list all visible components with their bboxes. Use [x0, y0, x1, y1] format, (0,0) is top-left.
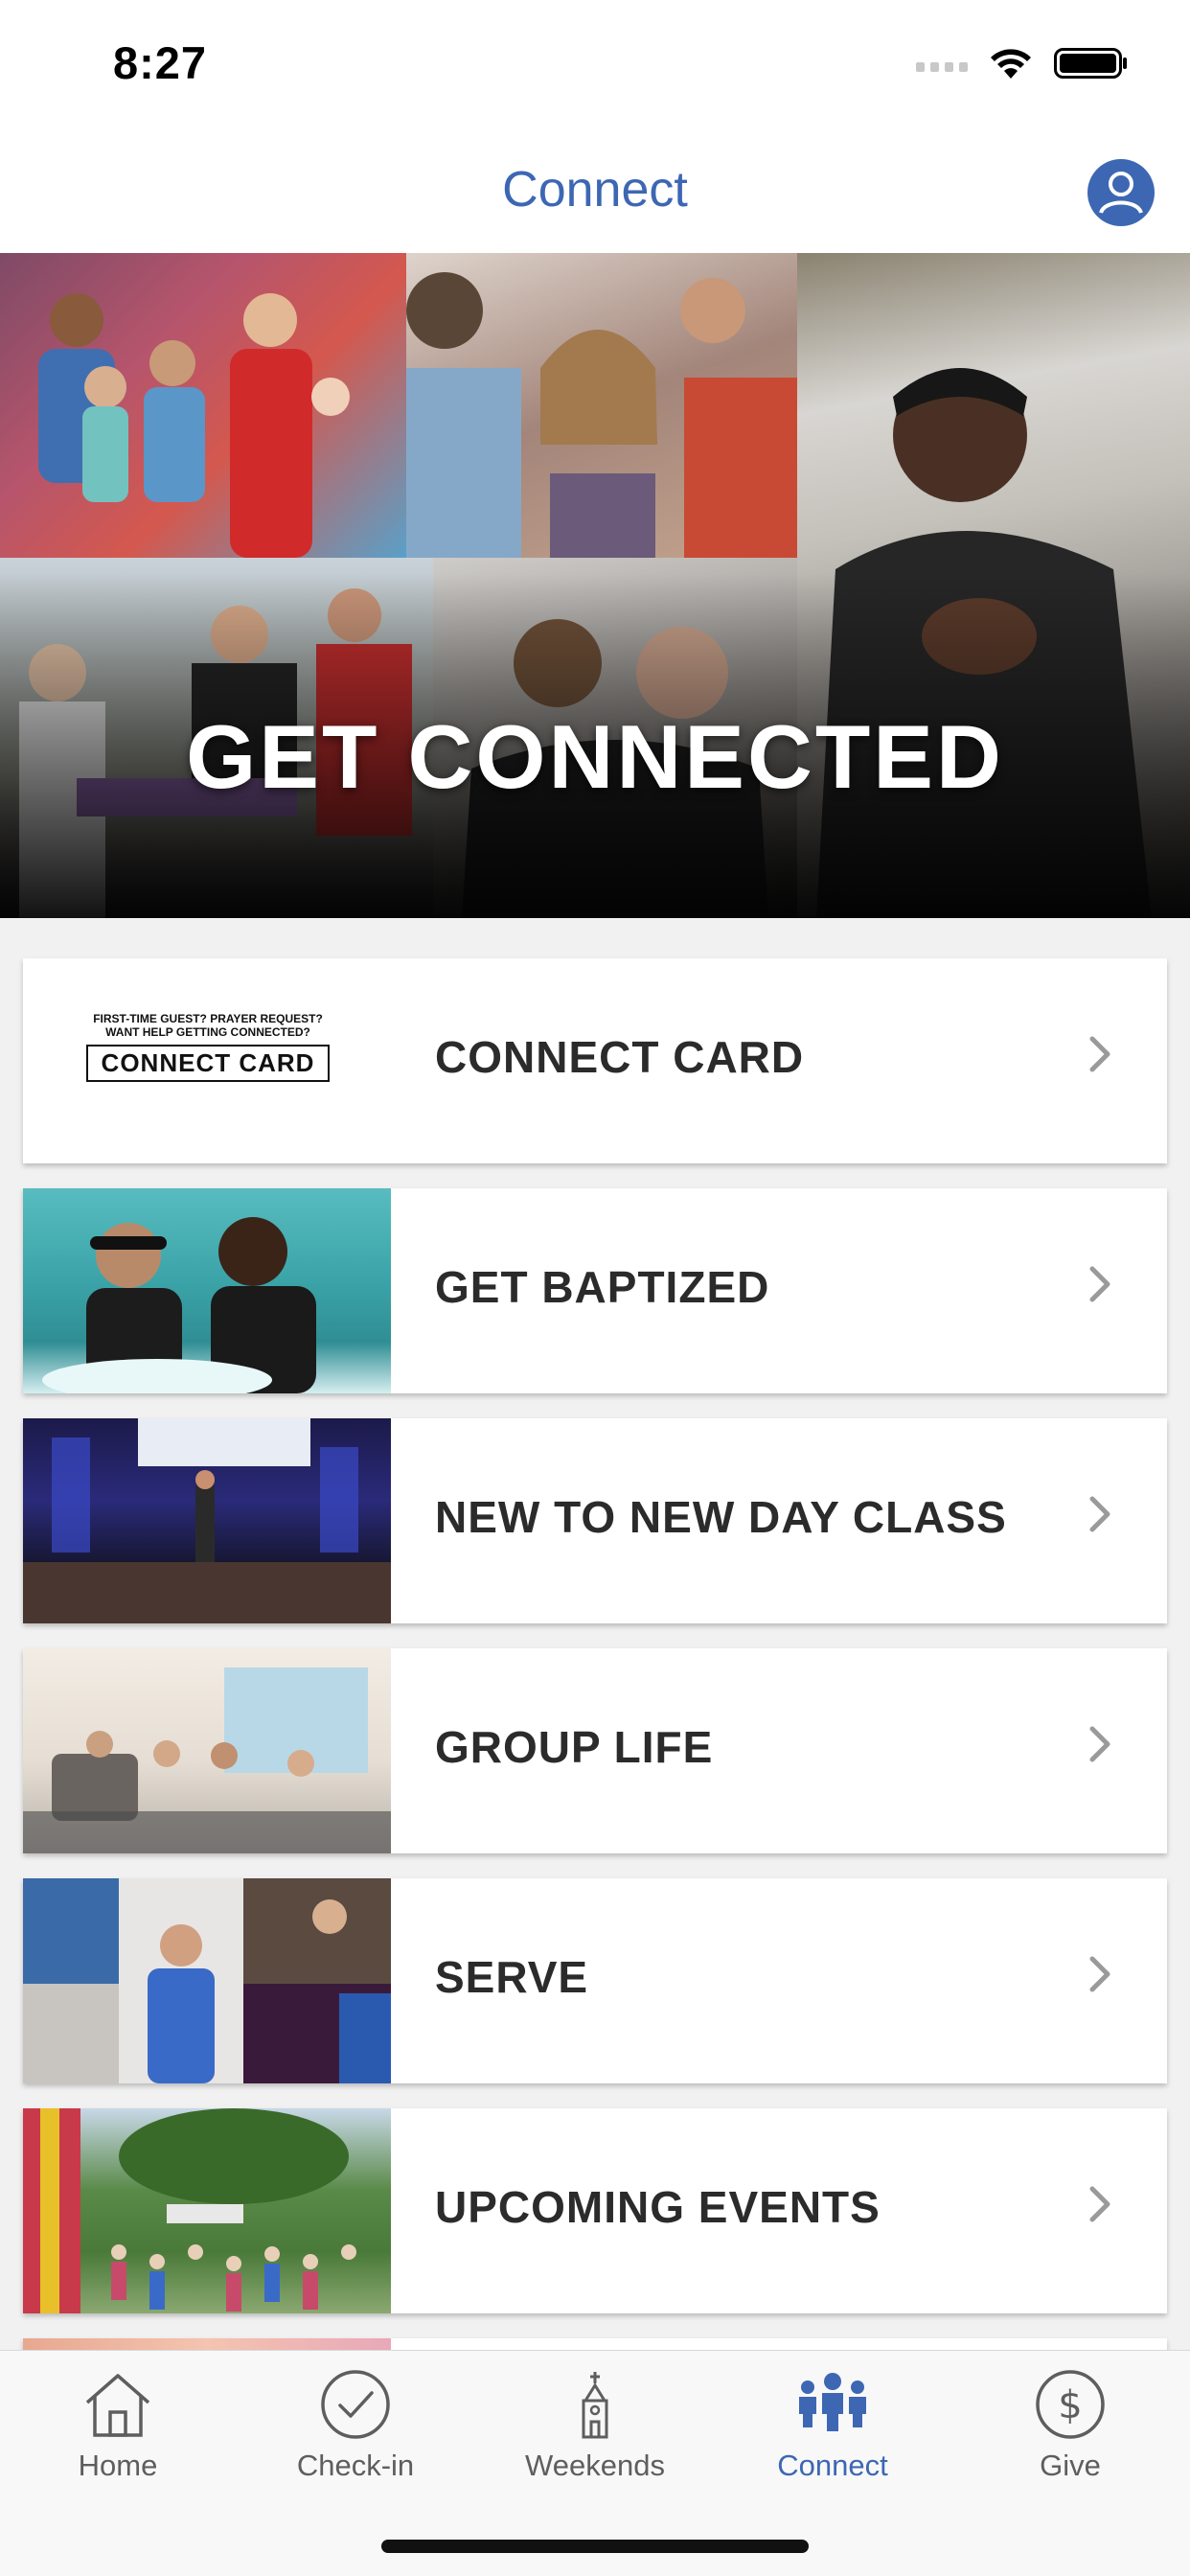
logo-line-1: FIRST-TIME GUEST? PRAYER REQUEST?	[93, 1012, 323, 1025]
list-item-label: UPCOMING EVENTS	[435, 2182, 881, 2232]
house-icon	[85, 2374, 150, 2437]
tab-connect[interactable]: Connect	[737, 2368, 928, 2512]
list-item-label: CONNECT CARD	[435, 1032, 805, 1082]
chevron-right-icon	[1089, 1036, 1110, 1072]
class-stage-photo	[23, 1418, 391, 1623]
dollar-circle-icon: $	[1036, 2370, 1105, 2439]
cellular-signal-icon	[916, 55, 968, 72]
chevron-right-icon	[1089, 1726, 1110, 1762]
list-item-label: NEW TO NEW DAY CLASS	[435, 1492, 1007, 1542]
tab-label: Weekends	[525, 2449, 665, 2482]
chevron-right-icon	[1089, 2186, 1110, 2222]
checkmark-circle-icon	[321, 2370, 390, 2439]
logo-box-text: CONNECT CARD	[86, 1045, 330, 1082]
home-indicator	[381, 2540, 809, 2553]
baptism-photo	[23, 1188, 391, 1393]
events-photo	[23, 2108, 391, 2313]
tab-give[interactable]: $ Give	[974, 2368, 1166, 2512]
tab-weekends[interactable]: Weekends	[499, 2368, 691, 2512]
people-group-icon	[799, 2373, 866, 2431]
status-icons	[916, 44, 1129, 82]
serve-photo-collage	[23, 1878, 391, 2083]
page-title: Connect	[502, 162, 688, 218]
list-item-new-to-new-day-class[interactable]: NEW TO NEW DAY CLASS	[23, 1418, 1167, 1623]
list-item-label: GROUP LIFE	[435, 1722, 714, 1772]
list-item-partial[interactable]	[23, 2338, 1167, 2350]
svg-text:$: $	[1058, 2383, 1082, 2427]
chevron-right-icon	[1089, 1956, 1110, 1992]
tab-home[interactable]: Home	[22, 2368, 214, 2512]
nav-header: Connect	[0, 126, 1190, 253]
status-bar: 8:27	[0, 0, 1190, 126]
wifi-icon	[991, 49, 1031, 79]
hero-photo-family	[0, 253, 406, 558]
chevron-right-icon	[1089, 1266, 1110, 1302]
connect-options-list: FIRST-TIME GUEST? PRAYER REQUEST? WANT H…	[0, 918, 1190, 2350]
partial-card-photo	[23, 2338, 391, 2350]
list-item-label: GET BAPTIZED	[435, 1262, 770, 1312]
tab-label: Connect	[777, 2449, 888, 2482]
connect-card-logo: FIRST-TIME GUEST? PRAYER REQUEST? WANT H…	[23, 958, 391, 1163]
tab-check-in[interactable]: Check-in	[260, 2368, 451, 2512]
list-item-get-baptized[interactable]: GET BAPTIZED	[23, 1188, 1167, 1393]
group-life-photo	[23, 1648, 391, 1853]
church-icon	[582, 2372, 608, 2439]
profile-button[interactable]	[1087, 159, 1155, 226]
list-item-upcoming-events[interactable]: UPCOMING EVENTS	[23, 2108, 1167, 2313]
list-item-serve[interactable]: SERVE	[23, 1878, 1167, 2083]
hero-banner	[0, 253, 1190, 918]
tab-label: Give	[1040, 2449, 1101, 2482]
logo-line-2: WANT HELP GETTING CONNECTED?	[105, 1025, 310, 1039]
status-time: 8:27	[113, 37, 208, 88]
list-item-label: SERVE	[435, 1952, 589, 2002]
list-item-group-life[interactable]: GROUP LIFE	[23, 1648, 1167, 1853]
battery-icon	[1054, 48, 1127, 79]
list-item-connect-card[interactable]: FIRST-TIME GUEST? PRAYER REQUEST? WANT H…	[23, 958, 1167, 1163]
user-profile-icon	[1087, 159, 1155, 226]
tab-label: Home	[78, 2449, 158, 2482]
chevron-right-icon	[1089, 1496, 1110, 1532]
hero-title: GET CONNECTED	[186, 706, 1004, 807]
tab-label: Check-in	[296, 2449, 415, 2482]
hero-photo-crowd	[406, 253, 797, 558]
